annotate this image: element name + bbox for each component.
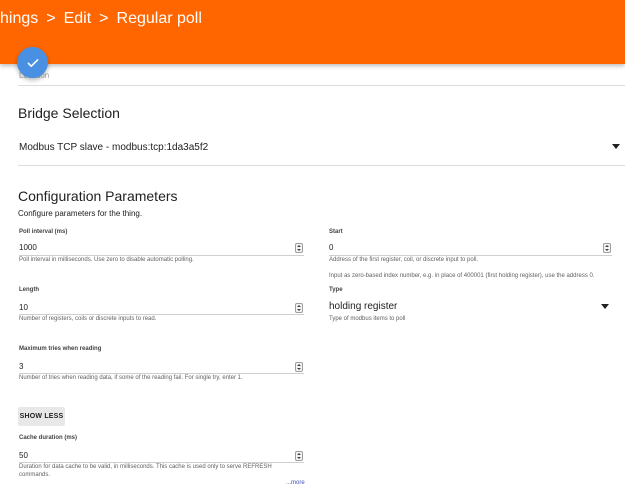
breadcrumb-separator: > [46,10,56,27]
caret-down-icon[interactable] [601,304,609,309]
poll-interval-label: Poll interval (ms) [19,229,68,235]
show-less-button[interactable]: SHOW LESS [18,407,65,426]
cache-duration-hint-extra: commands. [19,472,51,478]
breadcrumb: hings > Edit > Regular poll [0,10,202,28]
max-tries-input[interactable]: 3 [19,362,23,371]
length-hint: Number of registers, coils or discrete i… [19,316,157,322]
spinner-icon[interactable] [295,451,303,461]
config-description: Configure parameters for the thing. [18,209,143,218]
cache-duration-hint: Duration for data cache to be valid, in … [19,464,272,470]
breadcrumb-things[interactable]: hings [0,10,38,28]
config-section-title: Configuration Parameters [18,188,178,204]
bridge-section-title: Bridge Selection [18,105,120,121]
poll-interval-field: Poll interval (ms) 1000 Poll interval in… [19,229,304,269]
cache-duration-input[interactable]: 50 [19,451,28,460]
spinner-icon[interactable] [603,243,611,253]
start-hint: Address of the first register, coil, or … [329,257,479,263]
breadcrumb-edit[interactable]: Edit [64,10,92,28]
start-underline [329,255,612,256]
type-label: Type [329,287,343,293]
poll-interval-hint: Poll interval in milliseconds. Use zero … [19,257,194,263]
app-header: hings > Edit > Regular poll [0,0,625,64]
max-tries-hint: Number of tries when reading data, if so… [19,375,243,381]
cache-duration-label: Cache duration (ms) [19,435,78,441]
length-label: Length [19,287,39,293]
max-tries-underline [19,373,304,374]
caret-down-icon[interactable] [612,144,620,149]
length-field: Length 10 Number of registers, coils or … [19,287,304,327]
cache-duration-underline [19,462,304,463]
save-button[interactable] [17,47,48,78]
spinner-icon[interactable] [295,303,303,313]
type-select[interactable]: holding register [329,301,397,312]
more-link[interactable]: ...more [286,480,305,486]
location-field[interactable] [18,85,625,86]
spinner-icon[interactable] [295,362,303,372]
max-tries-label: Maximum tries when reading [19,346,102,352]
start-label: Start [329,229,343,235]
length-underline [19,314,304,315]
bridge-select-underline [18,165,625,166]
bridge-select[interactable]: Modbus TCP slave - modbus:tcp:1da3a5f2 [19,142,208,153]
breadcrumb-current: Regular poll [116,10,202,27]
max-tries-field: Maximum tries when reading 3 Number of t… [19,346,304,386]
spinner-icon[interactable] [295,243,303,253]
poll-interval-input[interactable]: 1000 [19,243,37,252]
type-field: Type holding register Type of modbus ite… [329,287,614,327]
check-icon [27,58,38,67]
breadcrumb-separator: > [99,10,109,27]
type-hint: Type of modbus items to poll [329,316,406,322]
start-input[interactable]: 0 [329,243,333,252]
cache-duration-field: Cache duration (ms) 50 Duration for data… [19,435,304,480]
start-field: Start 0 Address of the first register, c… [329,229,614,284]
length-input[interactable]: 10 [19,303,28,312]
poll-interval-underline [19,255,304,256]
start-hint-extra: Input as zero-based index number, e.g. i… [329,273,595,279]
